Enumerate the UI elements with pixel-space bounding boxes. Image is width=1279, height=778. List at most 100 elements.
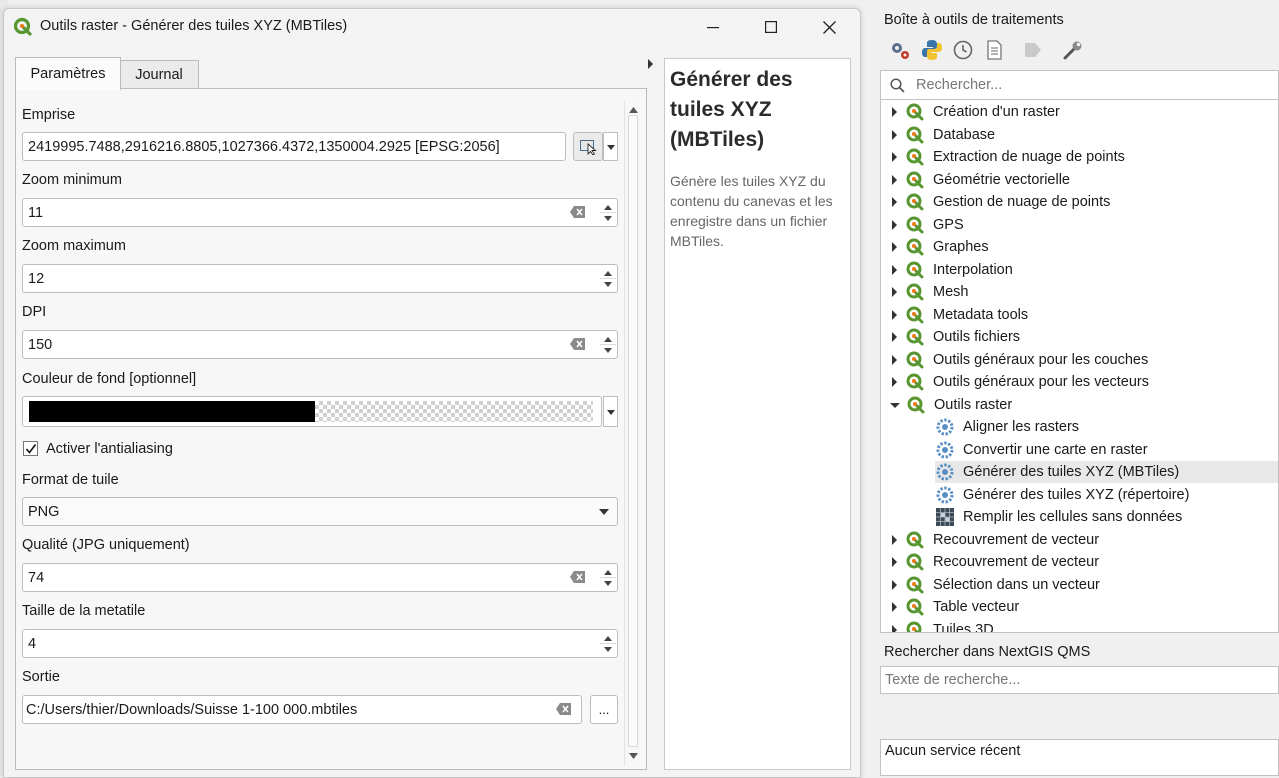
tree-group-label: Outils généraux pour les vecteurs xyxy=(933,374,1149,390)
collapse-help-icon[interactable] xyxy=(648,59,654,69)
extent-select-button[interactable] xyxy=(573,132,603,161)
color-swatch-transparent xyxy=(315,401,593,422)
tree-group-label: Metadata tools xyxy=(933,307,1029,323)
tree-group-outils-couches[interactable]: Outils généraux pour les couches xyxy=(881,349,1148,371)
tree-group-label: Géométrie vectorielle xyxy=(933,172,1070,188)
tree-group-mesh[interactable]: Mesh xyxy=(881,281,968,303)
close-button[interactable] xyxy=(800,9,858,45)
tree-algo-mbtiles-selected[interactable]: Générer des tuiles XYZ (MBTiles) xyxy=(935,461,1278,483)
quality-stepper[interactable] xyxy=(600,564,616,592)
quality-value: 74 xyxy=(28,569,45,586)
tree-group-interpolation[interactable]: Interpolation xyxy=(881,259,1013,281)
qms-panel-title: Rechercher dans NextGIS QMS xyxy=(884,644,1091,660)
tree-group-gestion-nuage[interactable]: Gestion de nuage de points xyxy=(881,191,1110,213)
clear-icon[interactable] xyxy=(570,206,586,218)
tile-format-value: PNG xyxy=(28,503,60,520)
dialog-titlebar[interactable]: Outils raster - Générer des tuiles XYZ (… xyxy=(4,9,860,45)
zoom-min-spinbox[interactable]: 11 xyxy=(22,198,618,227)
tile-format-select[interactable]: PNG xyxy=(22,497,618,526)
qgis-provider-icon xyxy=(906,103,924,121)
tab-parameters[interactable]: Paramètres xyxy=(15,57,121,90)
algorithm-gear-icon xyxy=(936,418,954,436)
tree-group-database[interactable]: Database xyxy=(881,124,995,146)
tree-group-table-vecteur[interactable]: Table vecteur xyxy=(881,596,1019,618)
algorithm-gear-icon xyxy=(936,486,954,504)
tree-group-label: Database xyxy=(933,127,996,143)
zoom-min-stepper[interactable] xyxy=(600,199,616,227)
bg-color-menu-button[interactable] xyxy=(603,396,618,427)
clear-icon[interactable] xyxy=(570,338,586,350)
tree-group-gps[interactable]: GPS xyxy=(881,214,964,236)
tree-group-label: Recouvrement de vecteur xyxy=(933,554,1100,570)
clear-icon[interactable] xyxy=(570,571,586,583)
antialias-label[interactable]: Activer l'antialiasing xyxy=(46,441,173,457)
tree-group-creation-raster[interactable]: Création d'un raster xyxy=(881,101,1060,123)
help-panel xyxy=(664,58,851,770)
tree-algo-aligner[interactable]: Aligner les rasters xyxy=(935,416,1079,438)
tree-group-selection[interactable]: Sélection dans un vecteur xyxy=(881,574,1100,596)
browse-button[interactable]: ... xyxy=(590,695,618,724)
extent-menu-button[interactable] xyxy=(603,132,618,161)
extent-input[interactable]: 2419995.7488,2916216.8805,1027366.4372,1… xyxy=(22,132,566,161)
qms-search-input[interactable]: Texte de recherche... xyxy=(880,666,1279,694)
tree-group-extraction-nuage[interactable]: Extraction de nuage de points xyxy=(881,146,1125,168)
tree-group-outils-raster[interactable]: Outils raster xyxy=(881,394,1012,416)
tree-algo-label: Générer des tuiles XYZ (MBTiles) xyxy=(963,464,1180,480)
qgis-provider-icon xyxy=(906,238,924,256)
toolbox-search-input[interactable]: Rechercher... xyxy=(880,70,1279,100)
qms-no-recent-text: Aucun service récent xyxy=(885,743,1021,759)
zoom-max-stepper[interactable] xyxy=(600,265,616,293)
minimize-icon xyxy=(707,27,719,29)
scroll-up-icon[interactable] xyxy=(629,107,638,113)
maximize-button[interactable] xyxy=(742,9,800,45)
metatile-spinbox[interactable]: 4 xyxy=(22,629,618,658)
models-gears-icon[interactable] xyxy=(888,38,912,62)
help-description: Génère les tuiles XYZ du contenu du cane… xyxy=(670,173,833,249)
zoom-max-value: 12 xyxy=(28,270,45,287)
history-clock-icon[interactable] xyxy=(951,38,975,62)
qgis-provider-icon xyxy=(906,531,924,549)
bg-color-button[interactable] xyxy=(22,396,602,427)
qgis-provider-icon xyxy=(906,351,924,369)
tree-group-label: Outils fichiers xyxy=(933,329,1021,345)
metatile-stepper[interactable] xyxy=(600,630,616,658)
dpi-value: 150 xyxy=(28,336,53,353)
form-scrollbar[interactable] xyxy=(624,101,642,766)
tree-group-outils-fichiers[interactable]: Outils fichiers xyxy=(881,326,1020,348)
quality-spinbox[interactable]: 74 xyxy=(22,563,618,592)
tree-group-tuiles-3d[interactable]: Tuiles 3D xyxy=(881,619,994,632)
chevron-down-icon xyxy=(607,410,615,415)
zoom-min-value: 11 xyxy=(28,204,44,221)
tree-group-recouvrement-2[interactable]: Recouvrement de vecteur xyxy=(881,551,1099,573)
tree-group-graphes[interactable]: Graphes xyxy=(881,236,989,258)
tree-group-label: Sélection dans un vecteur xyxy=(933,577,1100,593)
output-file-input[interactable]: C:/Users/thier/Downloads/Suisse 1-100 00… xyxy=(22,695,582,724)
tree-group-label: Création d'un raster xyxy=(933,104,1060,120)
scroll-thumb[interactable] xyxy=(628,115,638,747)
parameters-panel xyxy=(15,88,647,770)
tree-group-geometrie[interactable]: Géométrie vectorielle xyxy=(881,169,1070,191)
tree-group-outils-vecteurs[interactable]: Outils généraux pour les vecteurs xyxy=(881,371,1149,393)
tree-algo-repertoire[interactable]: Générer des tuiles XYZ (répertoire) xyxy=(935,484,1189,506)
scroll-down-icon[interactable] xyxy=(629,753,638,759)
dpi-spinbox[interactable]: 150 xyxy=(22,330,618,359)
zoom-max-spinbox[interactable]: 12 xyxy=(22,264,618,293)
zoom-max-label: Zoom maximum xyxy=(22,238,126,254)
close-icon xyxy=(822,20,836,34)
antialias-checkbox[interactable] xyxy=(23,441,38,456)
options-wrench-icon[interactable] xyxy=(1061,38,1085,62)
edit-features-in-place-icon[interactable] xyxy=(1021,38,1045,62)
python-icon[interactable] xyxy=(920,38,944,62)
color-swatch-opaque xyxy=(29,401,315,422)
dpi-stepper[interactable] xyxy=(600,331,616,359)
clear-icon[interactable] xyxy=(556,703,572,715)
minimize-button[interactable] xyxy=(684,9,742,45)
tree-group-recouvrement-1[interactable]: Recouvrement de vecteur xyxy=(881,529,1099,551)
tree-group-metadata[interactable]: Metadata tools xyxy=(881,304,1028,326)
qgis-logo-icon xyxy=(13,17,32,36)
tree-algo-remplir[interactable]: Remplir les cellules sans données xyxy=(935,506,1182,528)
tab-journal[interactable]: Journal xyxy=(119,60,199,89)
results-viewer-icon[interactable] xyxy=(982,38,1006,62)
dialog-title: Outils raster - Générer des tuiles XYZ (… xyxy=(40,18,348,34)
tree-algo-convertir[interactable]: Convertir une carte en raster xyxy=(935,439,1148,461)
